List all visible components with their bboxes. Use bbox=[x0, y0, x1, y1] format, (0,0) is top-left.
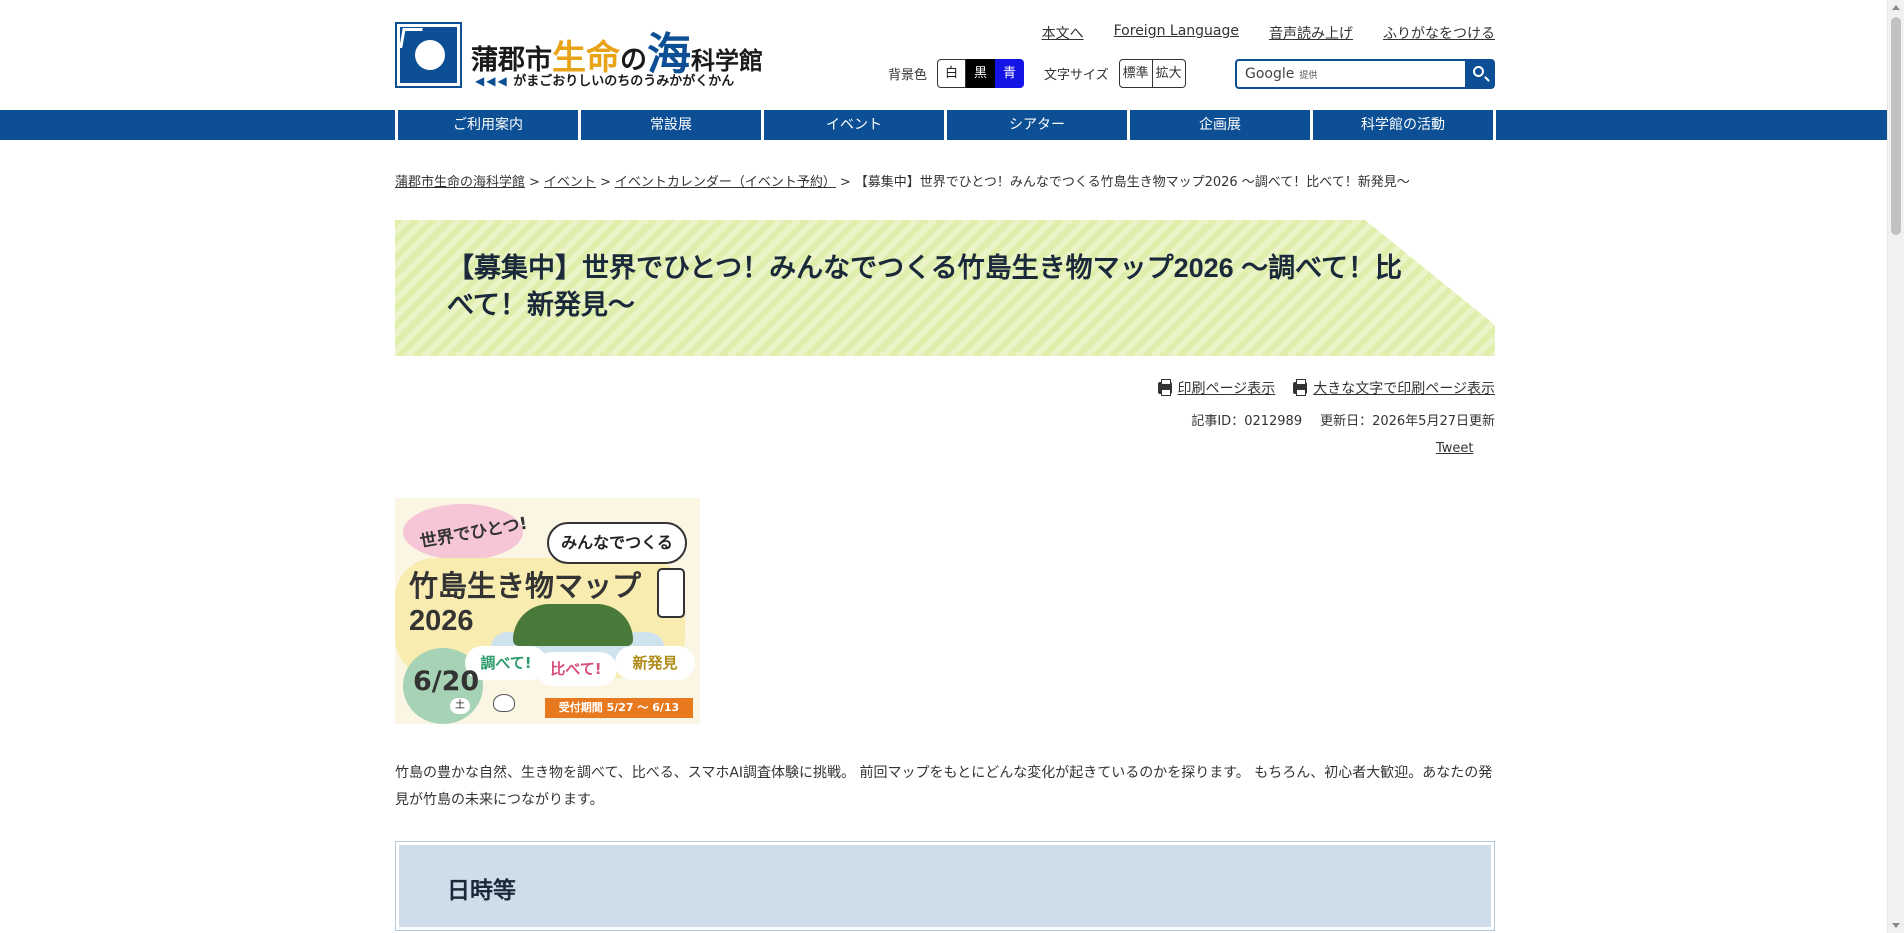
foreign-language-link[interactable]: Foreign Language bbox=[1114, 23, 1239, 43]
nav-item-theater[interactable]: シアター bbox=[944, 110, 1127, 140]
bg-black-button[interactable]: 黒 bbox=[966, 59, 996, 88]
flyer-pill-compare: 比べて! bbox=[535, 652, 617, 686]
breadcrumb-events[interactable]: イベント bbox=[544, 175, 596, 190]
logo-subtitle: ◀◀◀ がまごおりしいのちのうみかがくかん bbox=[475, 74, 735, 89]
nav-item-activities[interactable]: 科学館の活動 bbox=[1310, 110, 1493, 140]
logo-mark-icon bbox=[395, 22, 462, 88]
read-aloud-link[interactable]: 音声読み上げ bbox=[1269, 23, 1353, 43]
print-page-link[interactable]: 印刷ページ表示 bbox=[1157, 378, 1275, 398]
nav-item-guide[interactable]: ご利用案内 bbox=[395, 110, 578, 140]
bg-blue-button[interactable]: 青 bbox=[995, 59, 1025, 88]
flyer-period: 受付期間 5/27 ～ 6/13 bbox=[545, 698, 693, 718]
vertical-scrollbar[interactable] bbox=[1887, 0, 1904, 933]
event-description: 竹島の豊かな自然、生き物を調べて、比べる、スマホAI調査体験に挑戦。 前回マップ… bbox=[395, 765, 1493, 808]
print-links: 印刷ページ表示 大きな文字で印刷ページ表示 bbox=[1157, 378, 1495, 398]
search-input[interactable]: Google 提供 bbox=[1235, 59, 1465, 89]
scroll-down-icon[interactable] bbox=[1892, 923, 1900, 928]
search-button[interactable] bbox=[1465, 59, 1495, 89]
furigana-link[interactable]: ふりがなをつける bbox=[1383, 23, 1495, 43]
bg-color-label: 背景色 bbox=[888, 68, 928, 83]
scrollbar-thumb[interactable] bbox=[1891, 17, 1901, 235]
nav-item-events[interactable]: イベント bbox=[761, 110, 944, 140]
breadcrumb: 蒲郡市生命の海科学館 > イベント > イベントカレンダー（イベント予約） > 【募集中】世… bbox=[395, 175, 1410, 190]
site-search: Google 提供 bbox=[1235, 59, 1495, 89]
printer-icon bbox=[1157, 379, 1172, 396]
breadcrumb-home[interactable]: 蒲郡市生命の海科学館 bbox=[395, 175, 525, 190]
page-title-banner: 【募集中】世界でひとつ！みんなでつくる竹島生き物マップ2026 ～調べて！比べて… bbox=[395, 220, 1495, 356]
tweet-link[interactable]: Tweet bbox=[1436, 441, 1474, 456]
scroll-up-icon[interactable] bbox=[1892, 5, 1900, 10]
font-size-label: 文字サイズ bbox=[1044, 68, 1109, 83]
nav-divider bbox=[1493, 110, 1496, 140]
print-large-page-link[interactable]: 大きな文字で印刷ページ表示 bbox=[1293, 378, 1495, 398]
search-brand-suffix: 提供 bbox=[1299, 70, 1318, 81]
section-datetime: 日時等 bbox=[395, 841, 1495, 931]
breadcrumb-current: 【募集中】世界でひとつ！みんなでつくる竹島生き物マップ2026 ～調べて！比べて… bbox=[854, 175, 1410, 190]
site-logo[interactable]: 蒲郡市生命の海科学館 ◀◀◀ がまごおりしいのちのうみかがくかん bbox=[395, 22, 780, 89]
flyer-catch2: みんなでつくる bbox=[547, 522, 687, 564]
event-flyer-image: 世界でひとつ! みんなでつくる 竹島生き物マップ 2026 調べて! 比べて! … bbox=[395, 498, 700, 724]
skip-to-content-link[interactable]: 本文へ bbox=[1042, 23, 1084, 43]
font-standard-button[interactable]: 標準 bbox=[1118, 59, 1153, 88]
article-meta: 記事ID：0212989 更新日：2026年5月27日更新 bbox=[1191, 410, 1495, 429]
updated-date: 更新日：2026年5月27日更新 bbox=[1320, 414, 1495, 429]
global-nav: ご利用案内 常設展 イベント シアター 企画展 科学館の活動 bbox=[0, 110, 1887, 140]
bg-white-button[interactable]: 白 bbox=[937, 59, 967, 88]
font-large-button[interactable]: 拡大 bbox=[1152, 59, 1186, 88]
flyer-date: 6/20 bbox=[413, 666, 480, 697]
island-illustration bbox=[513, 604, 633, 646]
smartphone-icon bbox=[657, 568, 685, 618]
flyer-pill-discover: 新発見 bbox=[615, 646, 695, 680]
breadcrumb-event-calendar[interactable]: イベントカレンダー（イベント予約） bbox=[615, 175, 836, 190]
utility-links: 本文へ Foreign Language 音声読み上げ ふりがなをつける bbox=[1042, 23, 1495, 43]
nav-item-special-exhibition[interactable]: 企画展 bbox=[1127, 110, 1310, 140]
page-title: 【募集中】世界でひとつ！みんなでつくる竹島生き物マップ2026 ～調べて！比べて… bbox=[447, 253, 1403, 320]
search-icon bbox=[1473, 66, 1484, 77]
printer-icon bbox=[1293, 379, 1308, 396]
flyer-weekday: 土 bbox=[450, 698, 470, 714]
nav-item-permanent-exhibition[interactable]: 常設展 bbox=[578, 110, 761, 140]
shell-icon bbox=[493, 694, 515, 712]
search-brand: Google bbox=[1245, 66, 1295, 82]
section-heading: 日時等 bbox=[447, 877, 516, 903]
article-id: 記事ID：0212989 bbox=[1191, 414, 1303, 429]
accessibility-tools: 背景色 白 黒 青 文字サイズ 標準 拡大 bbox=[888, 59, 1186, 88]
